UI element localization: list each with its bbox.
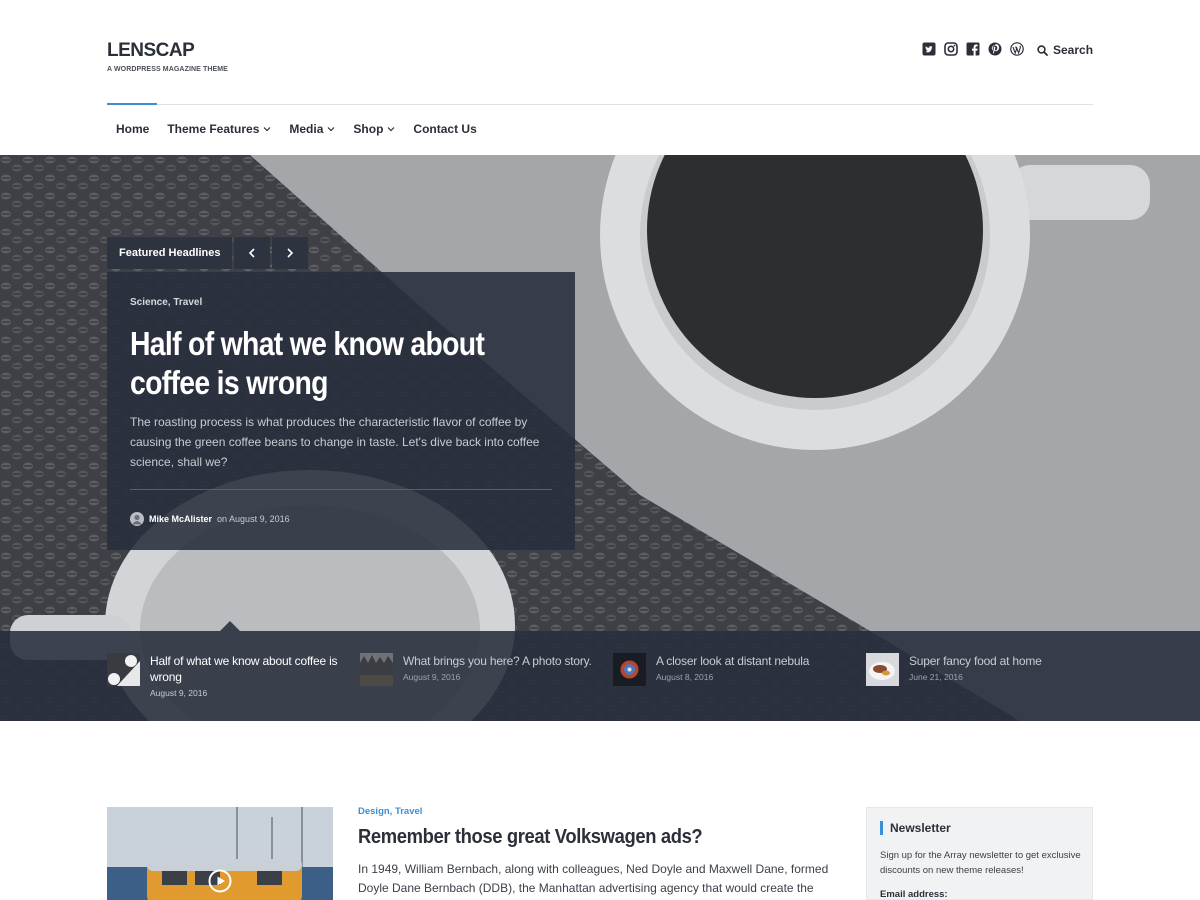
- site-header: LENSCAP A WORDPRESS MAGAZINE THEME Searc…: [0, 0, 1200, 155]
- header-divider-accent: [107, 103, 157, 105]
- featured-post-byline: Mike McAlister on August 9, 2016: [130, 512, 290, 526]
- instagram-icon[interactable]: [944, 42, 958, 56]
- nav-item-label: Contact Us: [413, 122, 477, 136]
- headline-carousel-items: Half of what we know about coffee is wro…: [107, 653, 1119, 698]
- featured-post-divider: [130, 489, 552, 490]
- carousel-thumbnail: [360, 653, 393, 686]
- carousel-item-date: June 21, 2016: [909, 672, 963, 682]
- newsletter-description: Sign up for the Array newsletter to get …: [880, 850, 1081, 876]
- featured-hero: Featured Headlines Science, Travel Half …: [0, 155, 1200, 721]
- header-divider: [107, 104, 1093, 105]
- featured-post-title[interactable]: Half of what we know about coffee is wro…: [130, 324, 551, 402]
- active-slide-pointer: [220, 621, 240, 631]
- chevron-right-icon: [287, 248, 294, 258]
- nav-item-label: Media: [289, 122, 324, 136]
- carousel-item-title: What brings you here? A photo story.: [403, 654, 592, 668]
- featured-post-card: Science, Travel Half of what we know abo…: [107, 272, 575, 550]
- carousel-item-date: August 9, 2016: [403, 672, 461, 682]
- carousel-item-date: August 9, 2016: [150, 688, 208, 698]
- featured-post-excerpt: The roasting process is what produces th…: [130, 415, 540, 469]
- carousel-item-title: A closer look at distant nebula: [656, 654, 810, 668]
- social-links: [922, 42, 1024, 56]
- facebook-icon[interactable]: [966, 42, 980, 56]
- site-title[interactable]: LENSCAP: [107, 40, 228, 62]
- search-button[interactable]: Search: [1037, 43, 1093, 57]
- newsletter-widget: Newsletter Sign up for the Array newslet…: [866, 807, 1093, 900]
- carousel-item[interactable]: Super fancy food at home June 21, 2016: [866, 653, 1119, 698]
- author-avatar[interactable]: [130, 512, 144, 526]
- carousel-item[interactable]: What brings you here? A photo story. Aug…: [360, 653, 613, 698]
- newsletter-title: Newsletter: [880, 821, 951, 835]
- featured-headlines-label: Featured Headlines: [107, 237, 233, 269]
- chevron-left-icon: [249, 248, 256, 258]
- nav-item-media[interactable]: Media: [280, 122, 344, 136]
- carousel-thumbnail: [613, 653, 646, 686]
- post-categories[interactable]: Design, Travel: [358, 806, 422, 817]
- post-title[interactable]: Remember those great Volkswagen ads?: [358, 826, 703, 849]
- search-label: Search: [1053, 43, 1094, 57]
- twitter-icon[interactable]: [922, 42, 936, 56]
- post-thumbnail[interactable]: [107, 807, 333, 900]
- nav-item-label: Shop: [353, 122, 384, 136]
- previous-slide-button[interactable]: [234, 237, 271, 269]
- wordpress-icon[interactable]: [1010, 42, 1024, 56]
- featured-headlines-bar: Featured Headlines: [107, 237, 309, 269]
- carousel-item[interactable]: A closer look at distant nebula August 8…: [613, 653, 866, 698]
- carousel-item-title: Super fancy food at home: [909, 654, 1042, 668]
- email-field-label: Email address:: [880, 889, 948, 900]
- site-branding[interactable]: LENSCAP A WORDPRESS MAGAZINE THEME: [107, 40, 228, 73]
- post-date: on August 9, 2016: [217, 514, 290, 524]
- carousel-thumbnail: [107, 653, 140, 686]
- search-icon: [1037, 44, 1048, 56]
- carousel-item[interactable]: Half of what we know about coffee is wro…: [107, 653, 360, 698]
- post-excerpt: In 1949, William Bernbach, along with co…: [358, 862, 829, 895]
- nav-item-shop[interactable]: Shop: [344, 122, 404, 136]
- pinterest-icon[interactable]: [988, 42, 1002, 56]
- nav-item-label: Home: [116, 122, 150, 136]
- chevron-down-icon: [263, 127, 271, 132]
- next-slide-button[interactable]: [272, 237, 309, 269]
- play-video-icon[interactable]: [208, 869, 232, 893]
- carousel-item-title: Half of what we know about coffee is wro…: [150, 654, 338, 684]
- chevron-down-icon: [327, 127, 335, 132]
- chevron-down-icon: [387, 127, 395, 132]
- nav-item-theme-features[interactable]: Theme Features: [158, 122, 280, 136]
- author-name[interactable]: Mike McAlister: [149, 514, 212, 524]
- site-tagline: A WORDPRESS MAGAZINE THEME: [107, 66, 228, 73]
- nav-item-contact-us[interactable]: Contact Us: [404, 122, 485, 136]
- carousel-item-date: August 8, 2016: [656, 672, 714, 682]
- nav-item-home[interactable]: Home: [107, 122, 158, 136]
- carousel-thumbnail: [866, 653, 899, 686]
- main-navigation: Home Theme Features Media Shop Contact U…: [107, 122, 486, 136]
- featured-post-categories[interactable]: Science, Travel: [130, 297, 202, 308]
- nav-item-label: Theme Features: [167, 122, 260, 136]
